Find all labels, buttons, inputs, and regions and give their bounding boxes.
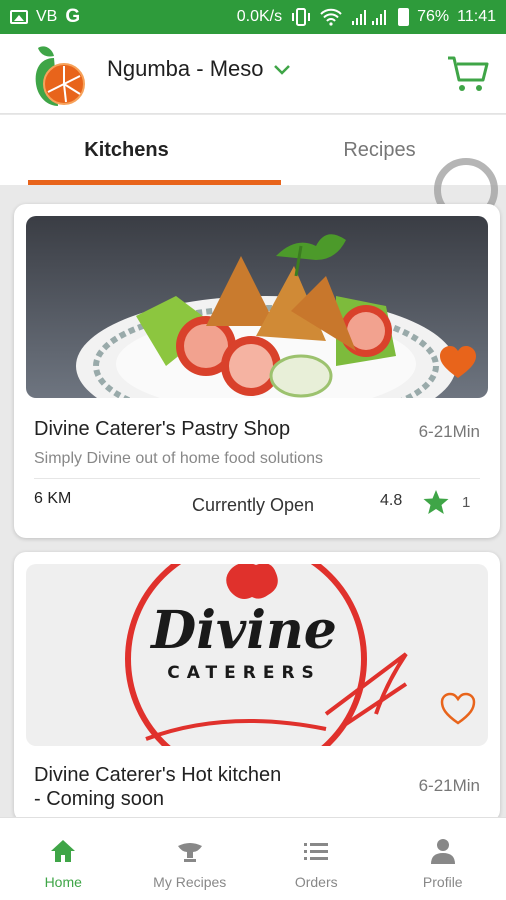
image-icon	[10, 10, 28, 24]
logo-icon[interactable]	[30, 42, 86, 108]
location-selector[interactable]: Ngumba - Meso	[107, 56, 292, 82]
chevron-down-icon	[273, 65, 290, 75]
carrier-label: VB	[36, 8, 58, 25]
tab-recipes-label: Recipes	[343, 138, 416, 161]
heart-outline-icon[interactable]	[440, 692, 476, 726]
kitchen-name-line2: - Coming soon	[34, 788, 165, 810]
network-speed: 0.0K/s	[236, 8, 283, 25]
person-icon	[430, 839, 455, 864]
kitchen-name: Divine Caterer's Pastry Shop	[34, 418, 291, 440]
home-icon	[51, 840, 76, 862]
open-status: Currently Open	[192, 495, 315, 515]
nav-my-recipes[interactable]: My Recipes	[127, 818, 254, 900]
nav-home-label: Home	[44, 874, 82, 890]
star-icon	[423, 490, 449, 514]
nav-orders[interactable]: Orders	[253, 818, 380, 900]
location-label: Ngumba - Meso	[107, 56, 264, 81]
network-g-icon: G	[65, 6, 81, 27]
wifi-icon	[320, 8, 342, 26]
app-header: Ngumba - Meso	[0, 34, 506, 114]
clock: 11:41	[457, 8, 496, 25]
heart-filled-icon[interactable]	[440, 346, 476, 380]
list-icon	[304, 843, 329, 860]
vibrate-icon	[292, 8, 311, 26]
cart-icon[interactable]	[446, 54, 490, 94]
kitchen-name-line1: Divine Caterer's Hot kitchen	[34, 764, 282, 786]
tab-bar: Kitchens Recipes	[0, 115, 506, 185]
kitchen-description: Simply Divine out of home food solutions	[34, 450, 324, 467]
kitchen-card[interactable]: Divine CATERERS Divine Caterer's Hot kit…	[14, 552, 500, 822]
kitchen-logo-image: Divine CATERERS	[26, 564, 488, 746]
status-bar: VB G 0.0K/s 76% 11:41	[0, 0, 506, 34]
rating-count: 1	[462, 494, 471, 511]
signal-icon	[352, 10, 387, 25]
nav-orders-label: Orders	[294, 874, 338, 890]
distance: 6 KM	[34, 490, 72, 507]
logo-word: Divine	[149, 600, 337, 661]
battery-icon	[398, 8, 410, 26]
nav-profile-label: Profile	[422, 874, 463, 890]
nav-home[interactable]: Home	[0, 818, 127, 900]
rating-value: 4.8	[380, 492, 403, 509]
delivery-time: 6-21Min	[418, 422, 480, 441]
divider	[34, 478, 480, 479]
battery-percent: 76%	[417, 8, 450, 25]
kitchen-photo	[26, 216, 488, 398]
chef-hat-icon	[177, 843, 202, 862]
kitchen-card[interactable]: Divine Caterer's Pastry Shop 6-21Min Sim…	[14, 204, 500, 538]
bottom-navigation: Home My Recipes Orders Profile	[0, 817, 506, 900]
logo-subword: CATERERS	[167, 663, 321, 683]
tab-kitchens-label: Kitchens	[84, 138, 169, 161]
nav-profile[interactable]: Profile	[380, 818, 506, 900]
delivery-time: 6-21Min	[418, 776, 480, 795]
nav-my-recipes-label: My Recipes	[153, 874, 227, 890]
tab-kitchens[interactable]: Kitchens	[0, 115, 281, 185]
